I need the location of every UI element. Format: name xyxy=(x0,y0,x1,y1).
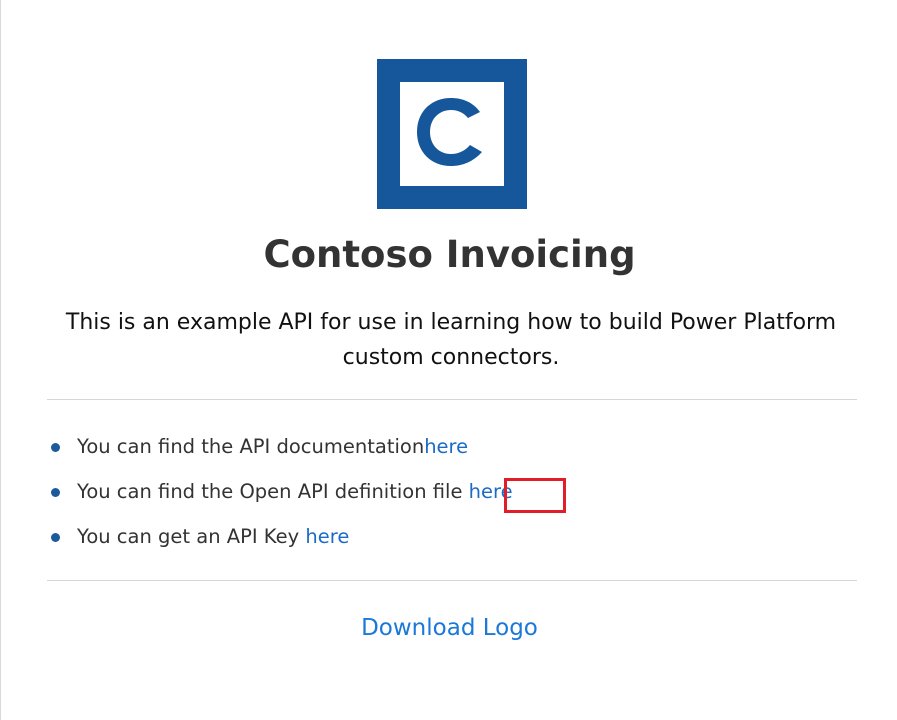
logo-letter-c-icon xyxy=(417,98,482,166)
divider-top xyxy=(47,399,857,400)
api-key-link[interactable]: here xyxy=(305,525,349,548)
list-item-text: You can get an API Key xyxy=(77,525,306,548)
download-logo-link[interactable]: Download Logo xyxy=(361,615,538,641)
list-item-api-key: You can get an API Key here xyxy=(47,517,513,562)
highlight-box xyxy=(504,478,566,513)
contoso-logo xyxy=(377,59,527,209)
links-list: You can find the API documentationhere Y… xyxy=(47,427,513,562)
list-item-text: You can find the API documentation xyxy=(77,435,425,458)
bullet-icon xyxy=(51,533,60,542)
page-subtitle: This is an example API for use in learni… xyxy=(65,310,837,370)
page-title: Contoso Invoicing xyxy=(263,233,636,276)
page: Contoso Invoicing This is an example API… xyxy=(0,0,897,720)
logo-inner-square xyxy=(400,82,504,186)
bullet-icon xyxy=(51,443,60,452)
download-logo-container: Download Logo xyxy=(1,610,897,646)
list-item-text: You can find the Open API definition fil… xyxy=(77,480,469,503)
api-docs-link[interactable]: here xyxy=(424,435,468,458)
list-item-api-docs: You can find the API documentationhere xyxy=(47,427,513,472)
bullet-icon xyxy=(51,488,60,497)
list-item-openapi-definition: You can find the Open API definition fil… xyxy=(47,472,513,517)
divider-bottom xyxy=(47,580,857,581)
